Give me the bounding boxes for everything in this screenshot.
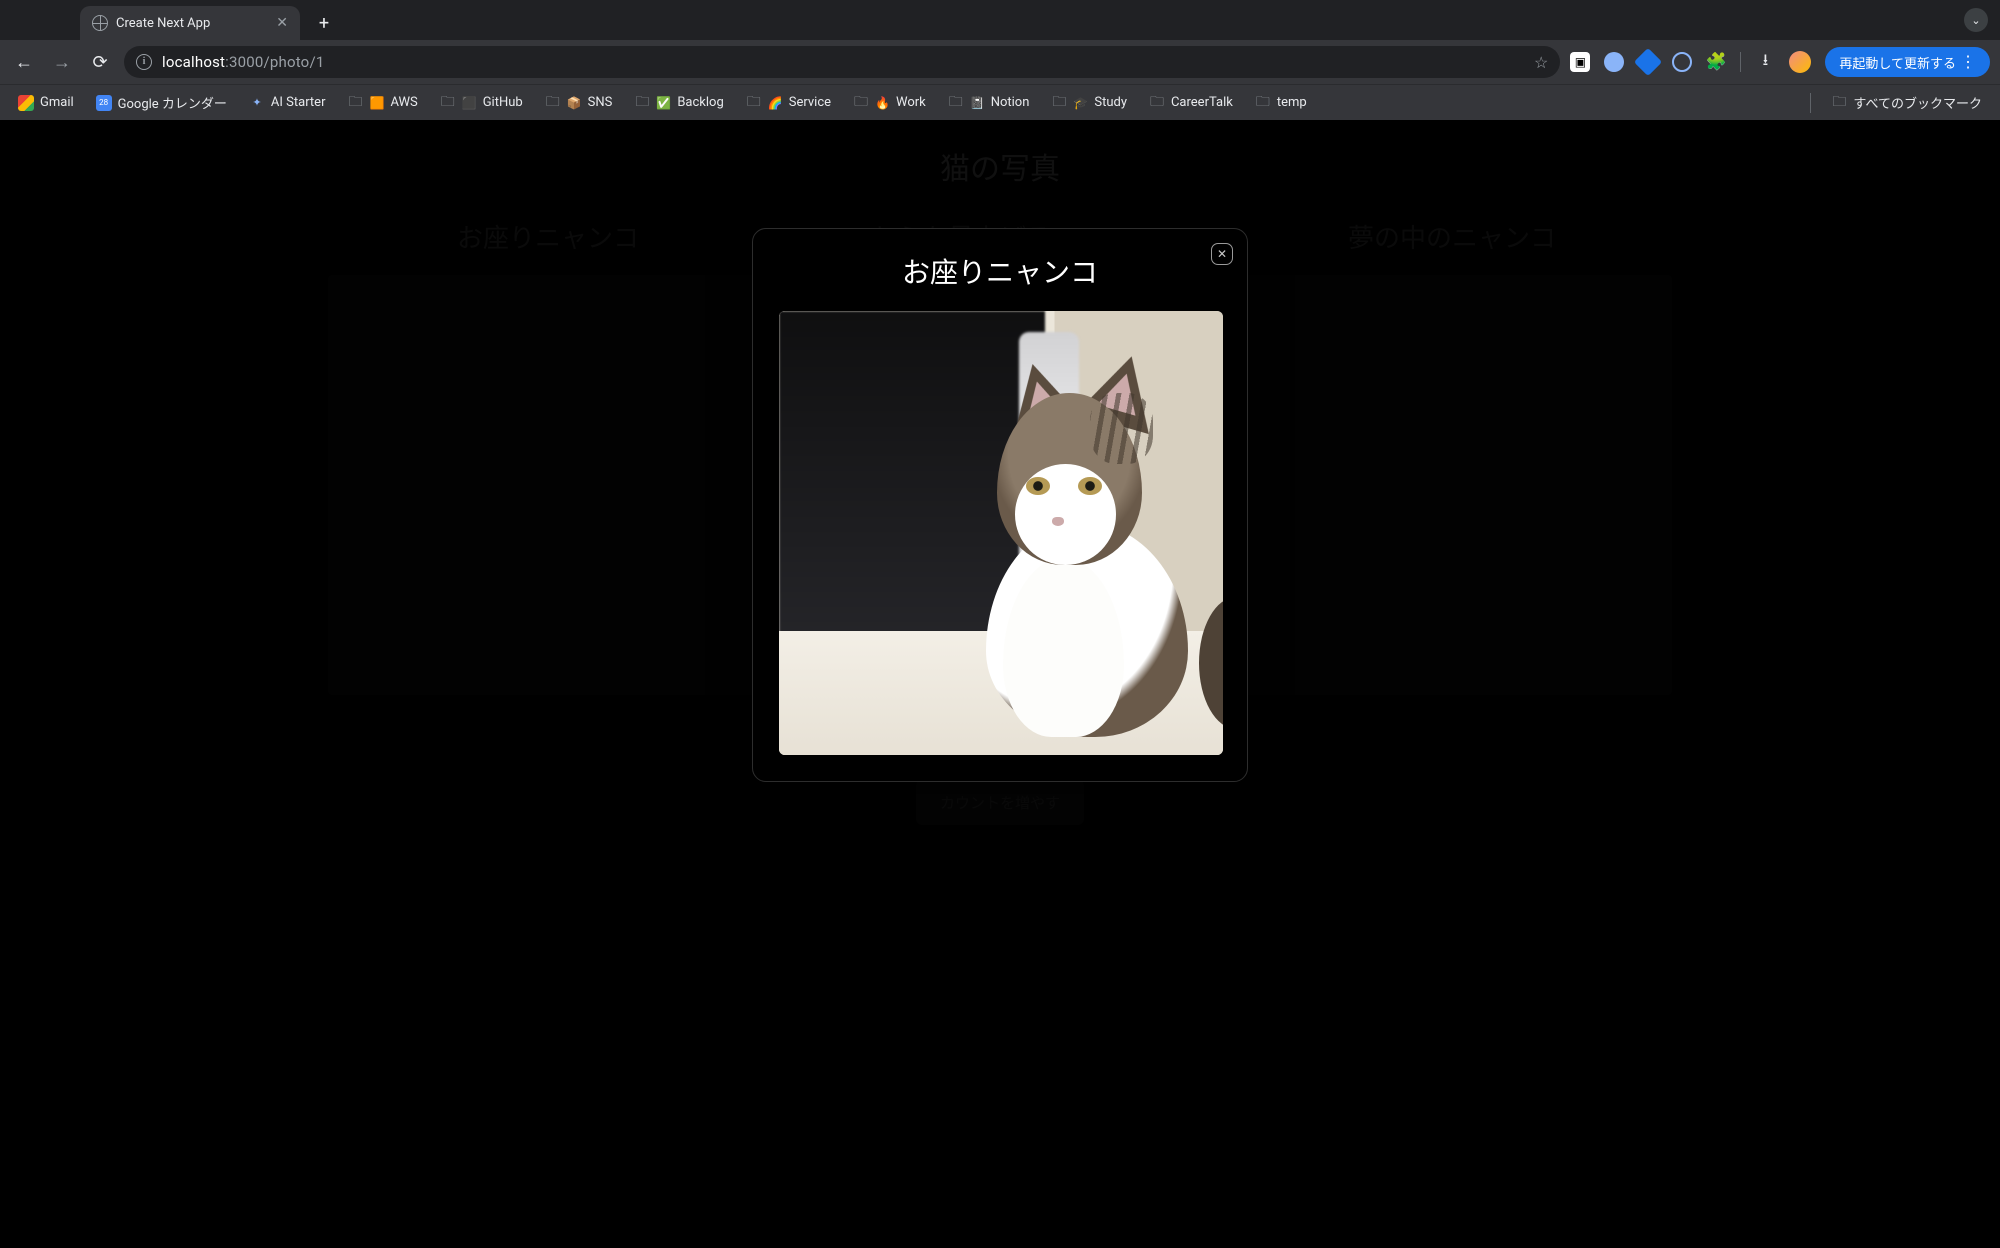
extension-icon[interactable] [1604, 52, 1624, 72]
extensions-menu-icon[interactable]: 🧩 [1706, 52, 1726, 72]
extension-icons: ▣ 🧩 ⭳ 再起動して更新する ⋮ [1570, 47, 1990, 77]
bookmark-folder[interactable]: 🗀🌈Service [738, 91, 839, 115]
bookmark-folder[interactable]: 🗀🟧AWS [339, 91, 425, 115]
toolbar: ← → ⟳ localhost:3000/photo/1 ☆ ▣ 🧩 ⭳ 再起動… [0, 40, 2000, 84]
folder-icon: 🗀 [347, 95, 363, 111]
kebab-menu-icon[interactable]: ⋮ [1960, 54, 1976, 70]
modal-close-button[interactable]: ✕ [1211, 243, 1233, 265]
folder-icon: 🗀 [440, 95, 456, 111]
photo-modal: ✕ お座りニャンコ [752, 228, 1248, 782]
tab-title: Create Next App [116, 16, 268, 31]
bookmark-folder[interactable]: 🗀✅Backlog [626, 91, 731, 115]
folder-icon: 🗀 [1051, 95, 1067, 111]
bookmark-folder[interactable]: 🗀📓Notion [940, 91, 1038, 115]
folder-icon: 🗀 [1831, 95, 1847, 111]
address-bar[interactable]: localhost:3000/photo/1 ☆ [124, 46, 1560, 78]
bookmark-folder[interactable]: 🗀🔥Work [845, 91, 934, 115]
forward-button[interactable]: → [48, 48, 76, 76]
extension-icon[interactable] [1672, 52, 1692, 72]
divider [1740, 52, 1741, 72]
modal-photo [779, 311, 1223, 755]
new-tab-button[interactable]: + [310, 9, 338, 37]
close-tab-icon[interactable]: ✕ [276, 15, 288, 31]
site-info-icon[interactable] [136, 54, 152, 70]
bookmark-star-icon[interactable]: ☆ [1534, 53, 1548, 72]
tabs-dropdown-button[interactable]: ⌄ [1964, 8, 1988, 32]
modal-title: お座りニャンコ [779, 251, 1221, 291]
ai-icon: ✦ [249, 95, 265, 111]
bookmark-item[interactable]: Gmail [10, 91, 82, 115]
url-text: localhost:3000/photo/1 [162, 53, 324, 71]
all-bookmarks-button[interactable]: 🗀すべてのブックマーク [1823, 89, 1990, 116]
divider [1810, 93, 1811, 113]
globe-icon [92, 15, 108, 31]
folder-icon: 🗀 [634, 95, 650, 111]
back-button[interactable]: ← [10, 48, 38, 76]
bookmark-folder[interactable]: 🗀🎓Study [1043, 91, 1135, 115]
extension-icon[interactable]: ▣ [1570, 52, 1590, 72]
browser-tab[interactable]: Create Next App ✕ [80, 6, 300, 40]
folder-icon: 🗀 [746, 95, 762, 111]
profile-avatar[interactable] [1789, 51, 1811, 73]
gmail-icon [18, 95, 34, 111]
bookmark-folder[interactable]: 🗀temp [1247, 91, 1315, 115]
bookmark-folder[interactable]: 🗀CareerTalk [1141, 91, 1241, 115]
folder-icon: 🗀 [1149, 95, 1165, 111]
bookmark-item[interactable]: 28Google カレンダー [88, 89, 235, 116]
reload-button[interactable]: ⟳ [86, 48, 114, 76]
calendar-icon: 28 [96, 95, 112, 111]
extension-icon[interactable] [1634, 48, 1662, 76]
bookmark-folder[interactable]: 🗀⬛GitHub [432, 91, 531, 115]
folder-icon: 🗀 [948, 95, 964, 111]
update-restart-button[interactable]: 再起動して更新する ⋮ [1825, 47, 1990, 77]
bookmark-item[interactable]: ✦AI Starter [241, 91, 334, 115]
folder-icon: 🗀 [545, 95, 561, 111]
bookmark-folder[interactable]: 🗀📦SNS [537, 91, 621, 115]
folder-icon: 🗀 [1255, 95, 1271, 111]
bookmarks-bar: Gmail 28Google カレンダー ✦AI Starter 🗀🟧AWS 🗀… [0, 84, 2000, 120]
page-viewport: 猫の写真 お座りニャンコ こちらを見上げるニャンコ 夢の中のニャンコ カウント:… [0, 120, 2000, 1248]
tab-strip: Create Next App ✕ + ⌄ [0, 0, 2000, 40]
downloads-icon[interactable]: ⭳ [1755, 52, 1775, 72]
folder-icon: 🗀 [853, 95, 869, 111]
